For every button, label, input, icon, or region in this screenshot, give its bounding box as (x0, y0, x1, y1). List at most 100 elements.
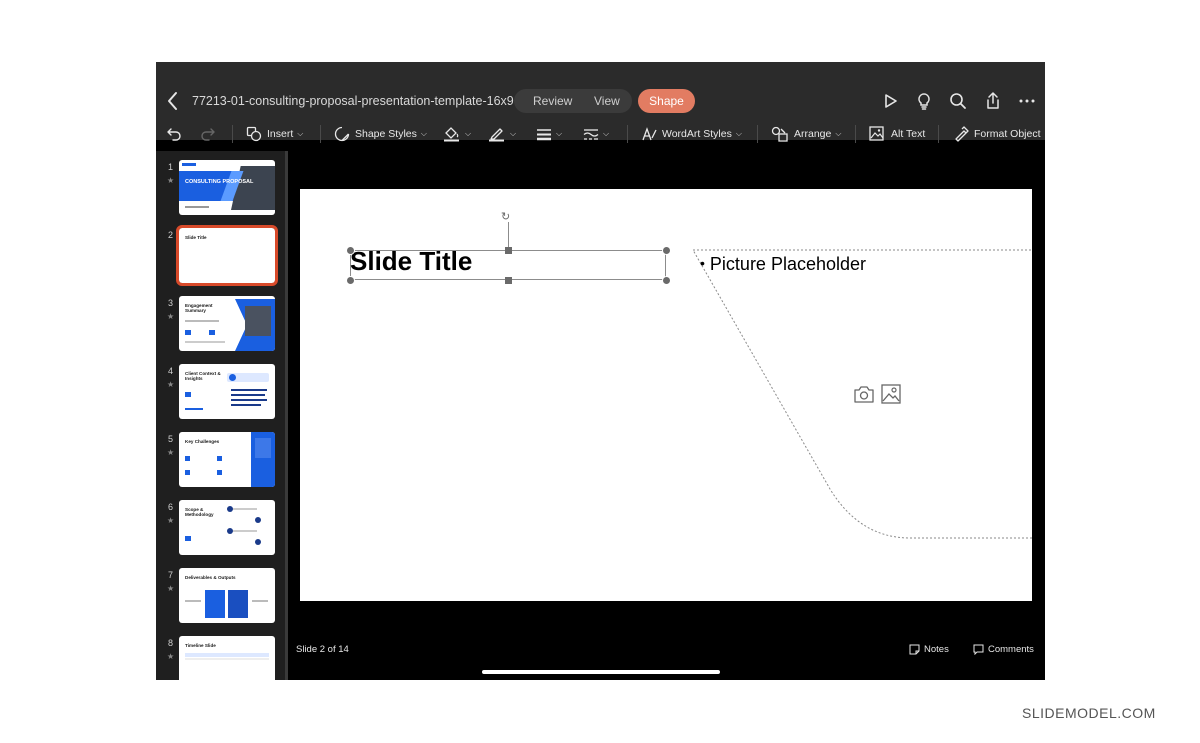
star-icon: ★ (167, 380, 175, 389)
format-object-label: Format Object (974, 128, 1041, 140)
resize-handle-bottom[interactable] (505, 277, 512, 284)
slide-thumbnail[interactable]: Key Challenges (179, 432, 275, 487)
slide-thumbnail-item[interactable]: 7 ★ Deliverables & Outputs (156, 568, 285, 628)
slide-thumbnail[interactable]: Client Context & Insights (179, 364, 275, 419)
resize-handle-top[interactable] (505, 247, 512, 254)
slide-thumbnail-label: CONSULTING PROPOSAL (185, 179, 254, 185)
slide-thumbnail-item[interactable]: 2 Slide Title (156, 225, 285, 288)
arrange-label: Arrange (794, 128, 832, 140)
redo-button[interactable] (200, 124, 216, 144)
slide-thumbnail-label: Key Challenges (185, 439, 220, 444)
slide-thumbnail[interactable]: Timeline Slide (179, 636, 275, 680)
play-icon[interactable] (880, 91, 900, 111)
notes-button[interactable]: Notes (909, 644, 949, 655)
comments-label: Comments (988, 644, 1034, 655)
slide-thumbnail[interactable]: Deliverables & Outputs (179, 568, 275, 623)
shape-styles-label: Shape Styles (355, 128, 417, 140)
chevron-down-icon: ⌵ (297, 129, 304, 138)
star-icon: ★ (167, 176, 175, 185)
rotation-stem (508, 222, 509, 250)
slide-thumbnail-label: Deliverables & Outputs (185, 575, 236, 580)
tab-group: Review View (514, 89, 632, 113)
chevron-down-icon: ⌵ (735, 129, 742, 138)
slide-thumbnail-item[interactable]: 3 ★ Engagement Summary (156, 296, 285, 356)
slide-thumbnail-label: Slide Title (185, 235, 207, 240)
home-indicator[interactable] (482, 670, 720, 674)
rotate-handle-icon[interactable]: ↻ (501, 210, 510, 223)
picture-placeholder-label: Picture Placeholder (709, 254, 867, 274)
slide-thumbnail[interactable]: Scope & Methodology (179, 500, 275, 555)
resize-handle-top-right[interactable] (662, 246, 671, 255)
star-icon: ★ (167, 516, 175, 525)
insert-label: Insert (267, 128, 294, 140)
resize-handle-top-left[interactable] (346, 246, 355, 255)
shape-styles-button[interactable]: Shape Styles ⌵ (334, 124, 427, 144)
slide-thumbnail-item[interactable]: 8 ★ Timeline Slide (156, 636, 285, 680)
pen-icon (489, 128, 504, 142)
chevron-down-icon: ⌵ (835, 129, 842, 138)
resize-handle-bottom-left[interactable] (346, 276, 355, 285)
line-style-button[interactable]: ⌵ (583, 124, 609, 144)
format-object-button[interactable]: Format Object (953, 124, 1041, 144)
alt-text-icon (869, 126, 884, 141)
image-icon[interactable] (880, 384, 902, 404)
powerpoint-window: 77213-01-consulting-proposal-presentatio… (156, 62, 1045, 680)
back-arrow-icon[interactable] (164, 90, 182, 112)
search-icon[interactable] (948, 91, 968, 111)
shape-styles-icon (334, 126, 350, 142)
ribbon-divider (855, 125, 856, 143)
slide-thumbnail-item[interactable]: 6 ★ Scope & Methodology (156, 500, 285, 560)
line-style-icon (583, 129, 599, 140)
tab-view[interactable]: View (594, 89, 620, 113)
slide-thumbnail-selected[interactable]: Slide Title (176, 225, 278, 286)
lightbulb-icon[interactable] (914, 91, 934, 111)
ribbon-divider (627, 125, 628, 143)
pane-divider[interactable] (285, 151, 288, 680)
slide-thumbnail-pane[interactable]: 1 ★ CONSULTING PROPOSAL 2 Slide Title 3 … (156, 151, 285, 680)
undo-icon (167, 128, 181, 141)
share-icon[interactable] (983, 91, 1003, 111)
wordart-styles-label: WordArt Styles (662, 128, 732, 140)
watermark: SLIDEMODEL.COM (1022, 705, 1156, 721)
slide-thumbnail-label: Client Context & Insights (185, 371, 221, 382)
camera-icon[interactable] (853, 384, 875, 404)
tab-review[interactable]: Review (533, 89, 572, 113)
ribbon-divider (938, 125, 939, 143)
tab-shape[interactable]: Shape (638, 89, 695, 113)
shapes-icon (246, 126, 262, 142)
slide-thumbnail[interactable]: CONSULTING PROPOSAL (179, 160, 275, 215)
chevron-down-icon: ⌵ (510, 129, 517, 138)
notes-label: Notes (924, 644, 949, 655)
star-icon: ★ (167, 312, 175, 321)
format-object-icon (955, 126, 969, 142)
alt-text-label: Alt Text (891, 128, 926, 140)
more-icon[interactable] (1017, 91, 1037, 111)
slide-thumbnail[interactable]: Engagement Summary (179, 296, 275, 351)
alt-text-button[interactable]: Alt Text (869, 124, 925, 144)
undo-button[interactable] (166, 124, 182, 144)
slide-thumbnail-item[interactable]: 5 ★ Key Challenges (156, 432, 285, 492)
notes-icon (909, 644, 920, 655)
slide-title-text[interactable]: Slide Title (350, 246, 472, 277)
star-icon: ★ (167, 652, 175, 661)
picture-placeholder-text[interactable]: • Picture Placeholder (700, 254, 866, 275)
comments-button[interactable]: Comments (973, 644, 1034, 655)
slide-canvas[interactable]: ↻ Slide Title • Picture Placeholder (300, 189, 1032, 601)
line-weight-icon (537, 129, 551, 141)
fill-color-button[interactable]: ⌵ (443, 124, 471, 144)
ribbon-divider (232, 125, 233, 143)
bullet: • (700, 255, 705, 271)
slide-thumbnail-item[interactable]: 1 ★ CONSULTING PROPOSAL (156, 160, 285, 220)
wordart-styles-button[interactable]: WordArt Styles ⌵ (641, 124, 742, 144)
star-icon: ★ (167, 448, 175, 457)
line-color-button[interactable]: ⌵ (488, 124, 516, 144)
arrange-button[interactable]: Arrange ⌵ (771, 124, 841, 144)
insert-menu-button[interactable]: Insert ⌵ (246, 124, 303, 144)
chevron-down-icon: ⌵ (420, 129, 427, 138)
resize-handle-bottom-right[interactable] (662, 276, 671, 285)
slide-thumbnail-label: Timeline Slide (185, 643, 216, 648)
star-icon: ★ (167, 584, 175, 593)
slide-thumbnail-item[interactable]: 4 ★ Client Context & Insights (156, 364, 285, 424)
wordart-icon (642, 127, 657, 141)
line-weight-button[interactable]: ⌵ (536, 124, 562, 144)
